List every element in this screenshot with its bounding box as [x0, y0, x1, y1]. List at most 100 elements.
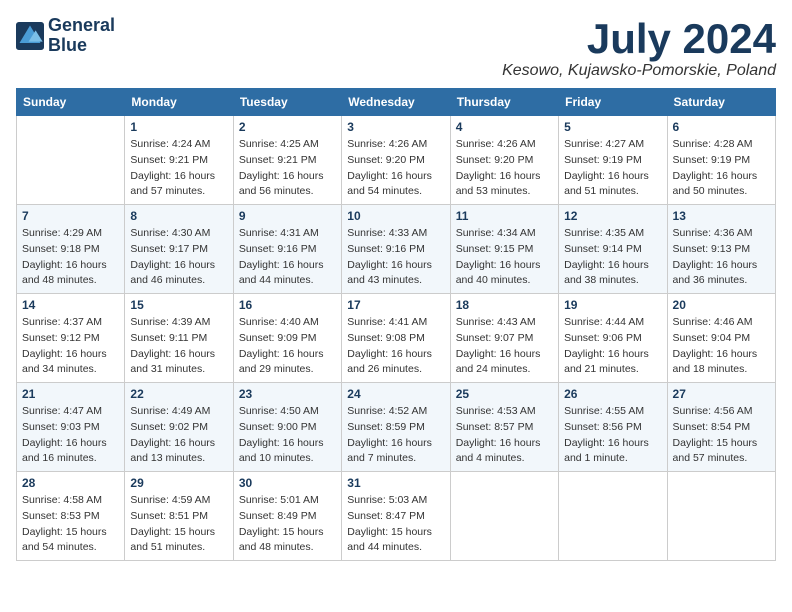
calendar-cell: 20 Sunrise: 4:46 AMSunset: 9:04 PMDayligh…	[667, 294, 775, 383]
calendar-cell: 19 Sunrise: 4:44 AMSunset: 9:06 PMDayligh…	[559, 294, 667, 383]
day-info: Sunrise: 4:53 AMSunset: 8:57 PMDaylight:…	[456, 404, 553, 467]
day-number: 21	[22, 387, 119, 401]
day-number: 24	[347, 387, 444, 401]
day-number: 16	[239, 298, 336, 312]
calendar-cell: 16Sunrise: 4:40 AMSunset: 9:09 PMDayligh…	[233, 294, 341, 383]
day-number: 3	[347, 120, 444, 134]
calendar-cell: 23 Sunrise: 4:50 AMSunset: 9:00 PMDayligh…	[233, 383, 341, 472]
day-info: Sunrise: 4:49 AMSunset: 9:02 PMDaylight:…	[130, 404, 227, 467]
day-number: 22	[130, 387, 227, 401]
calendar-cell: 18Sunrise: 4:43 AMSunset: 9:07 PMDayligh…	[450, 294, 558, 383]
calendar-cell: 22 Sunrise: 4:49 AMSunset: 9:02 PMDayligh…	[125, 383, 233, 472]
calendar-cell	[17, 116, 125, 205]
day-info: Sunrise: 4:39 AMSunset: 9:11 PMDaylight:…	[130, 315, 227, 378]
day-number: 10	[347, 209, 444, 223]
logo: General Blue	[16, 16, 115, 56]
day-number: 28	[22, 476, 119, 490]
day-number: 14	[22, 298, 119, 312]
day-number: 30	[239, 476, 336, 490]
logo-text: General Blue	[48, 16, 115, 56]
location-title: Kesowo, Kujawsko-Pomorskie, Poland	[502, 62, 776, 80]
calendar-week-1: 1 Sunrise: 4:24 AMSunset: 9:21 PMDaylight…	[17, 116, 776, 205]
calendar-cell: 17 Sunrise: 4:41 AMSunset: 9:08 PMDayligh…	[342, 294, 450, 383]
calendar-cell: 28 Sunrise: 4:58 AMSunset: 8:53 PMDayligh…	[17, 472, 125, 561]
calendar-cell: 4 Sunrise: 4:26 AMSunset: 9:20 PMDaylight…	[450, 116, 558, 205]
calendar-cell: 14Sunrise: 4:37 AMSunset: 9:12 PMDayligh…	[17, 294, 125, 383]
day-info: Sunrise: 4:29 AMSunset: 9:18 PMDaylight:…	[22, 226, 119, 289]
day-info: Sunrise: 4:47 AMSunset: 9:03 PMDaylight:…	[22, 404, 119, 467]
day-info: Sunrise: 4:58 AMSunset: 8:53 PMDaylight:…	[22, 493, 119, 556]
day-number: 17	[347, 298, 444, 312]
day-number: 19	[564, 298, 661, 312]
day-number: 5	[564, 120, 661, 134]
calendar-cell	[450, 472, 558, 561]
day-number: 12	[564, 209, 661, 223]
logo-icon	[16, 22, 44, 50]
day-number: 15	[130, 298, 227, 312]
day-number: 20	[673, 298, 770, 312]
month-title: July 2024	[502, 16, 776, 62]
day-info: Sunrise: 4:33 AMSunset: 9:16 PMDaylight:…	[347, 226, 444, 289]
calendar-week-5: 28 Sunrise: 4:58 AMSunset: 8:53 PMDayligh…	[17, 472, 776, 561]
calendar-cell: 31 Sunrise: 5:03 AMSunset: 8:47 PMDayligh…	[342, 472, 450, 561]
day-info: Sunrise: 4:52 AMSunset: 8:59 PMDaylight:…	[347, 404, 444, 467]
calendar-cell: 3Sunrise: 4:26 AMSunset: 9:20 PMDaylight…	[342, 116, 450, 205]
day-number: 9	[239, 209, 336, 223]
day-info: Sunrise: 4:27 AMSunset: 9:19 PMDaylight:…	[564, 137, 661, 200]
calendar-cell: 26 Sunrise: 4:55 AMSunset: 8:56 PMDayligh…	[559, 383, 667, 472]
calendar-cell: 5 Sunrise: 4:27 AMSunset: 9:19 PMDaylight…	[559, 116, 667, 205]
day-number: 26	[564, 387, 661, 401]
calendar-cell: 1 Sunrise: 4:24 AMSunset: 9:21 PMDaylight…	[125, 116, 233, 205]
day-number: 11	[456, 209, 553, 223]
calendar-cell: 7Sunrise: 4:29 AMSunset: 9:18 PMDaylight…	[17, 205, 125, 294]
calendar-cell: 10 Sunrise: 4:33 AMSunset: 9:16 PMDayligh…	[342, 205, 450, 294]
day-info: Sunrise: 5:01 AMSunset: 8:49 PMDaylight:…	[239, 493, 336, 556]
calendar-week-2: 7Sunrise: 4:29 AMSunset: 9:18 PMDaylight…	[17, 205, 776, 294]
day-info: Sunrise: 4:31 AMSunset: 9:16 PMDaylight:…	[239, 226, 336, 289]
day-info: Sunrise: 4:50 AMSunset: 9:00 PMDaylight:…	[239, 404, 336, 467]
title-block: July 2024 Kesowo, Kujawsko-Pomorskie, Po…	[502, 16, 776, 80]
day-number: 31	[347, 476, 444, 490]
column-header-wednesday: Wednesday	[342, 89, 450, 116]
day-info: Sunrise: 4:44 AMSunset: 9:06 PMDaylight:…	[564, 315, 661, 378]
calendar-week-3: 14Sunrise: 4:37 AMSunset: 9:12 PMDayligh…	[17, 294, 776, 383]
calendar-table: SundayMondayTuesdayWednesdayThursdayFrid…	[16, 88, 776, 561]
page-header: General Blue July 2024 Kesowo, Kujawsko-…	[16, 16, 776, 80]
column-header-sunday: Sunday	[17, 89, 125, 116]
day-info: Sunrise: 4:36 AMSunset: 9:13 PMDaylight:…	[673, 226, 770, 289]
day-number: 23	[239, 387, 336, 401]
day-info: Sunrise: 4:46 AMSunset: 9:04 PMDaylight:…	[673, 315, 770, 378]
column-header-thursday: Thursday	[450, 89, 558, 116]
calendar-cell: 12Sunrise: 4:35 AMSunset: 9:14 PMDayligh…	[559, 205, 667, 294]
column-header-friday: Friday	[559, 89, 667, 116]
day-info: Sunrise: 4:59 AMSunset: 8:51 PMDaylight:…	[130, 493, 227, 556]
calendar-week-4: 21 Sunrise: 4:47 AMSunset: 9:03 PMDayligh…	[17, 383, 776, 472]
day-info: Sunrise: 4:43 AMSunset: 9:07 PMDaylight:…	[456, 315, 553, 378]
day-number: 25	[456, 387, 553, 401]
day-number: 27	[673, 387, 770, 401]
day-number: 13	[673, 209, 770, 223]
day-info: Sunrise: 4:30 AMSunset: 9:17 PMDaylight:…	[130, 226, 227, 289]
day-info: Sunrise: 4:55 AMSunset: 8:56 PMDaylight:…	[564, 404, 661, 467]
column-header-tuesday: Tuesday	[233, 89, 341, 116]
calendar-cell: 30 Sunrise: 5:01 AMSunset: 8:49 PMDayligh…	[233, 472, 341, 561]
day-info: Sunrise: 4:24 AMSunset: 9:21 PMDaylight:…	[130, 137, 227, 200]
calendar-cell: 21 Sunrise: 4:47 AMSunset: 9:03 PMDayligh…	[17, 383, 125, 472]
day-number: 4	[456, 120, 553, 134]
column-header-saturday: Saturday	[667, 89, 775, 116]
calendar-cell: 2Sunrise: 4:25 AMSunset: 9:21 PMDaylight…	[233, 116, 341, 205]
day-info: Sunrise: 5:03 AMSunset: 8:47 PMDaylight:…	[347, 493, 444, 556]
calendar-cell: 27Sunrise: 4:56 AMSunset: 8:54 PMDayligh…	[667, 383, 775, 472]
column-header-monday: Monday	[125, 89, 233, 116]
calendar-cell: 25 Sunrise: 4:53 AMSunset: 8:57 PMDayligh…	[450, 383, 558, 472]
day-number: 1	[130, 120, 227, 134]
day-number: 29	[130, 476, 227, 490]
calendar-cell: 15 Sunrise: 4:39 AMSunset: 9:11 PMDayligh…	[125, 294, 233, 383]
calendar-cell: 29 Sunrise: 4:59 AMSunset: 8:51 PMDayligh…	[125, 472, 233, 561]
day-number: 8	[130, 209, 227, 223]
day-info: Sunrise: 4:41 AMSunset: 9:08 PMDaylight:…	[347, 315, 444, 378]
day-info: Sunrise: 4:28 AMSunset: 9:19 PMDaylight:…	[673, 137, 770, 200]
day-info: Sunrise: 4:26 AMSunset: 9:20 PMDaylight:…	[456, 137, 553, 200]
calendar-cell: 6Sunrise: 4:28 AMSunset: 9:19 PMDaylight…	[667, 116, 775, 205]
day-number: 2	[239, 120, 336, 134]
